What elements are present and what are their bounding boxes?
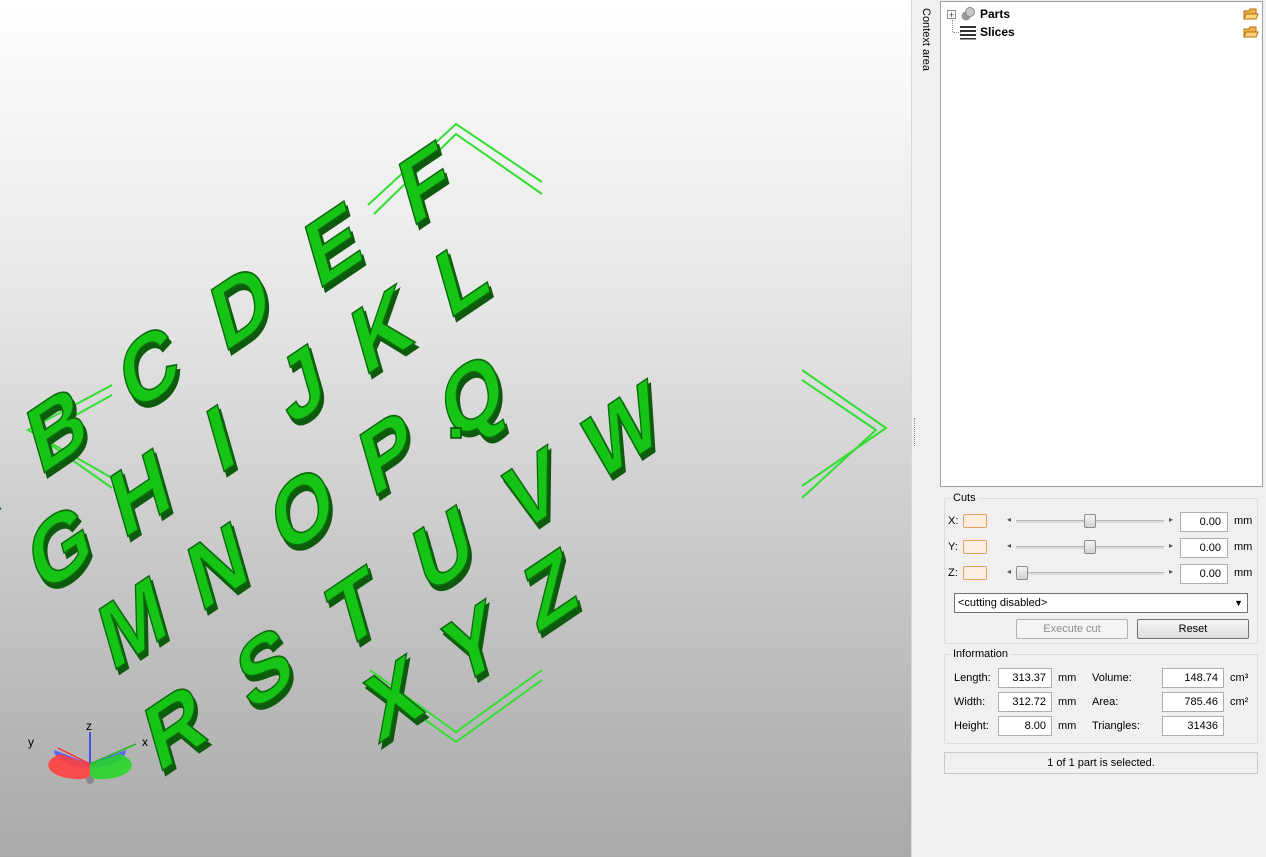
- cuts-title: Cuts: [953, 492, 976, 504]
- letter-n: N: [178, 499, 257, 631]
- cut-z-slider[interactable]: ◂ ▸: [1004, 566, 1176, 580]
- cut-z-label: Z:: [948, 567, 958, 579]
- letter-b: B: [17, 362, 96, 494]
- letter-q: Q: [431, 328, 514, 463]
- letter-i: I: [197, 382, 245, 493]
- triangles-label: Triangles:: [1092, 720, 1140, 732]
- letter-m: M: [89, 553, 176, 691]
- cut-mode-value: <cutting disabled>: [958, 597, 1048, 609]
- open-folder-icon[interactable]: [1243, 25, 1259, 39]
- height-unit: mm: [1058, 720, 1077, 732]
- tree-item-slices[interactable]: Slices: [947, 23, 1015, 41]
- context-area-label: Context area: [920, 8, 932, 71]
- cut-x-value[interactable]: 0.00: [1180, 512, 1228, 532]
- information-title: Information: [953, 648, 1009, 660]
- cut-z-toggle[interactable]: [963, 566, 987, 580]
- cut-z-unit: mm: [1234, 567, 1253, 579]
- open-folder-icon[interactable]: [1243, 7, 1259, 21]
- context-area-tab[interactable]: Context area: [917, 0, 939, 857]
- 3d-viewport[interactable]: ABCDEFGHIJKLMNOPQRSTUVWXYZ z y x: [0, 0, 911, 857]
- volume-label: Volume:: [1092, 672, 1132, 684]
- selection-status: 1 of 1 part is selected.: [944, 752, 1258, 774]
- letter-c: C: [109, 301, 188, 433]
- slider-right-arrow-icon[interactable]: ▸: [1169, 541, 1173, 550]
- width-label: Width:: [954, 696, 986, 708]
- axis-label-z: z: [86, 719, 92, 733]
- cut-y-slider[interactable]: ◂ ▸: [1004, 540, 1176, 554]
- tree-item-parts[interactable]: + Parts: [947, 5, 1010, 23]
- slider-left-arrow-icon[interactable]: ◂: [1007, 541, 1011, 550]
- area-unit: cm²: [1230, 696, 1249, 708]
- cut-y-toggle[interactable]: [963, 540, 987, 554]
- axis-label-y: y: [28, 735, 34, 749]
- cut-y-unit: mm: [1234, 541, 1253, 553]
- reset-button[interactable]: Reset: [1137, 619, 1249, 639]
- parts-tree[interactable]: + Parts Slices: [940, 1, 1263, 487]
- tree-item-label: Parts: [980, 7, 1011, 21]
- selection-marker: [450, 427, 462, 439]
- cut-x-row: X: ◂ ▸ 0.00 mm: [948, 512, 1258, 532]
- letter-p: P: [350, 387, 426, 517]
- axis-label-x: x: [142, 735, 148, 749]
- length-value: 313.37: [998, 668, 1052, 688]
- cut-x-unit: mm: [1234, 515, 1253, 527]
- expand-icon[interactable]: +: [947, 9, 956, 19]
- cut-z-slider-thumb[interactable]: [1016, 566, 1028, 580]
- execute-cut-button[interactable]: Execute cut: [1016, 619, 1128, 639]
- height-value: 8.00: [998, 716, 1052, 736]
- right-panel: + Parts Slices Cuts X: ◂ ▸ 0.00 mm Y: ◂ …: [939, 0, 1266, 857]
- slider-right-arrow-icon[interactable]: ▸: [1169, 515, 1173, 524]
- letter-w: W: [575, 359, 671, 502]
- cut-y-slider-thumb[interactable]: [1084, 540, 1096, 554]
- letter-model[interactable]: A B C D E FGH I J K LM N O P QR S T U V WX Y Z: [0, 118, 671, 793]
- axis-orientation-widget: z y x: [24, 716, 164, 796]
- slider-left-arrow-icon[interactable]: ◂: [1007, 515, 1011, 524]
- cut-y-label: Y:: [948, 541, 958, 553]
- cut-x-toggle[interactable]: [963, 514, 987, 528]
- cut-y-value[interactable]: 0.00: [1180, 538, 1228, 558]
- cut-x-slider-thumb[interactable]: [1084, 514, 1096, 528]
- width-unit: mm: [1058, 696, 1077, 708]
- cut-mode-select[interactable]: <cutting disabled> ▼: [954, 593, 1248, 613]
- tree-item-label: Slices: [980, 25, 1015, 39]
- letter-h: H: [101, 426, 180, 558]
- length-label: Length:: [954, 672, 991, 684]
- letter-a: A: [0, 424, 5, 556]
- parts-icon: [961, 7, 975, 21]
- volume-unit: cm³: [1230, 672, 1249, 684]
- letter-s: S: [227, 602, 303, 732]
- width-value: 312.72: [998, 692, 1052, 712]
- chevron-down-icon[interactable]: ▼: [1234, 594, 1243, 612]
- cut-x-slider[interactable]: ◂ ▸: [1004, 514, 1176, 528]
- area-label: Area:: [1092, 696, 1119, 708]
- area-value: 785.46: [1162, 692, 1224, 712]
- splitter-grip[interactable]: [914, 418, 916, 446]
- cut-x-label: X:: [948, 515, 959, 527]
- letter-j: J: [267, 321, 335, 445]
- slider-left-arrow-icon[interactable]: ◂: [1007, 567, 1011, 576]
- length-unit: mm: [1058, 672, 1077, 684]
- slices-icon: [960, 26, 976, 40]
- height-label: Height:: [954, 720, 989, 732]
- cut-z-value[interactable]: 0.00: [1180, 564, 1228, 584]
- letter-o: O: [261, 441, 344, 576]
- slider-right-arrow-icon[interactable]: ▸: [1169, 567, 1173, 576]
- cut-y-row: Y: ◂ ▸ 0.00 mm: [948, 538, 1258, 558]
- volume-value: 148.74: [1162, 668, 1224, 688]
- cut-z-row: Z: ◂ ▸ 0.00 mm: [948, 564, 1258, 584]
- triangles-value: 31436: [1162, 716, 1224, 736]
